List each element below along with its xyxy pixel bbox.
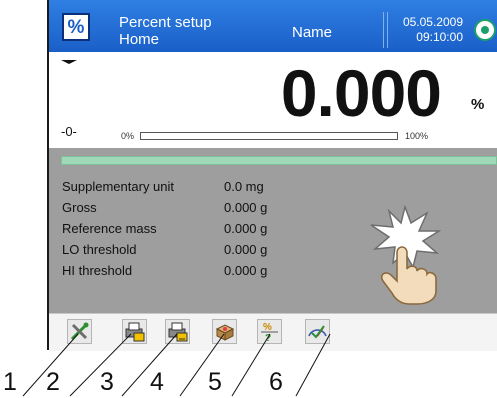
zero-indicator: -0- xyxy=(61,124,77,139)
printer-header-icon xyxy=(125,322,145,342)
percent-mode-icon[interactable]: % xyxy=(62,13,90,41)
callout-4: 4 xyxy=(150,368,164,396)
function-key-5[interactable]: % ? xyxy=(257,319,282,344)
callout-1: 1 xyxy=(3,368,17,396)
tare-box-icon xyxy=(215,324,235,341)
bargraph xyxy=(140,132,398,140)
info-panel-stripe xyxy=(61,156,497,165)
function-key-6[interactable] xyxy=(305,319,330,344)
callout-5: 5 xyxy=(208,368,222,396)
printer-footer-icon xyxy=(168,322,188,342)
user-name: Name xyxy=(292,24,333,41)
tap-gesture-icon xyxy=(370,205,441,305)
header-time: 09:10:00 xyxy=(416,30,463,44)
header-divider xyxy=(383,12,384,48)
bargraph-max-label: 100% xyxy=(405,131,429,141)
info-label: Gross xyxy=(62,200,97,215)
percent-setup-icon: % ? xyxy=(261,322,278,344)
callout-6: 6 xyxy=(269,368,283,396)
tools-icon xyxy=(70,322,89,341)
function-key-bar: % ? xyxy=(49,313,497,351)
mode-title: Percent setup xyxy=(119,14,212,31)
svg-text:%: % xyxy=(263,322,272,333)
svg-text:?: ? xyxy=(265,333,271,343)
reading-unit[interactable]: % xyxy=(471,96,484,113)
info-label: LO threshold xyxy=(62,242,137,257)
bargraph-min-label: 0% xyxy=(121,131,135,141)
weight-reading: 0.000 xyxy=(280,56,442,130)
balance-screen: % Percent setup Home Name 05.05.2009 09:… xyxy=(47,0,497,351)
info-label: Reference mass xyxy=(62,221,157,236)
function-key-1[interactable] xyxy=(67,319,92,344)
function-key-2[interactable] xyxy=(122,319,147,344)
info-value: 0.000 g xyxy=(224,221,268,236)
info-value: 0.000 g xyxy=(224,200,268,215)
mode-subtitle: Home xyxy=(119,31,160,48)
function-key-4[interactable] xyxy=(212,319,237,344)
target-icon[interactable] xyxy=(474,19,496,41)
adjustment-gauge-icon xyxy=(308,325,327,339)
callout-3: 3 xyxy=(100,368,114,396)
info-value: 0.0 mg xyxy=(224,179,264,194)
header-bar: % Percent setup Home Name 05.05.2009 09:… xyxy=(49,0,497,52)
info-label: Supplementary unit xyxy=(62,179,175,194)
info-value: 0.000 g xyxy=(224,242,268,257)
stability-marker-icon xyxy=(61,60,77,66)
info-label: HI threshold xyxy=(62,263,133,278)
callout-2: 2 xyxy=(46,368,60,396)
info-value: 0.000 g xyxy=(224,263,268,278)
mode-icon-label: % xyxy=(67,16,85,38)
function-key-3[interactable] xyxy=(165,319,190,344)
header-date: 05.05.2009 xyxy=(402,15,463,29)
